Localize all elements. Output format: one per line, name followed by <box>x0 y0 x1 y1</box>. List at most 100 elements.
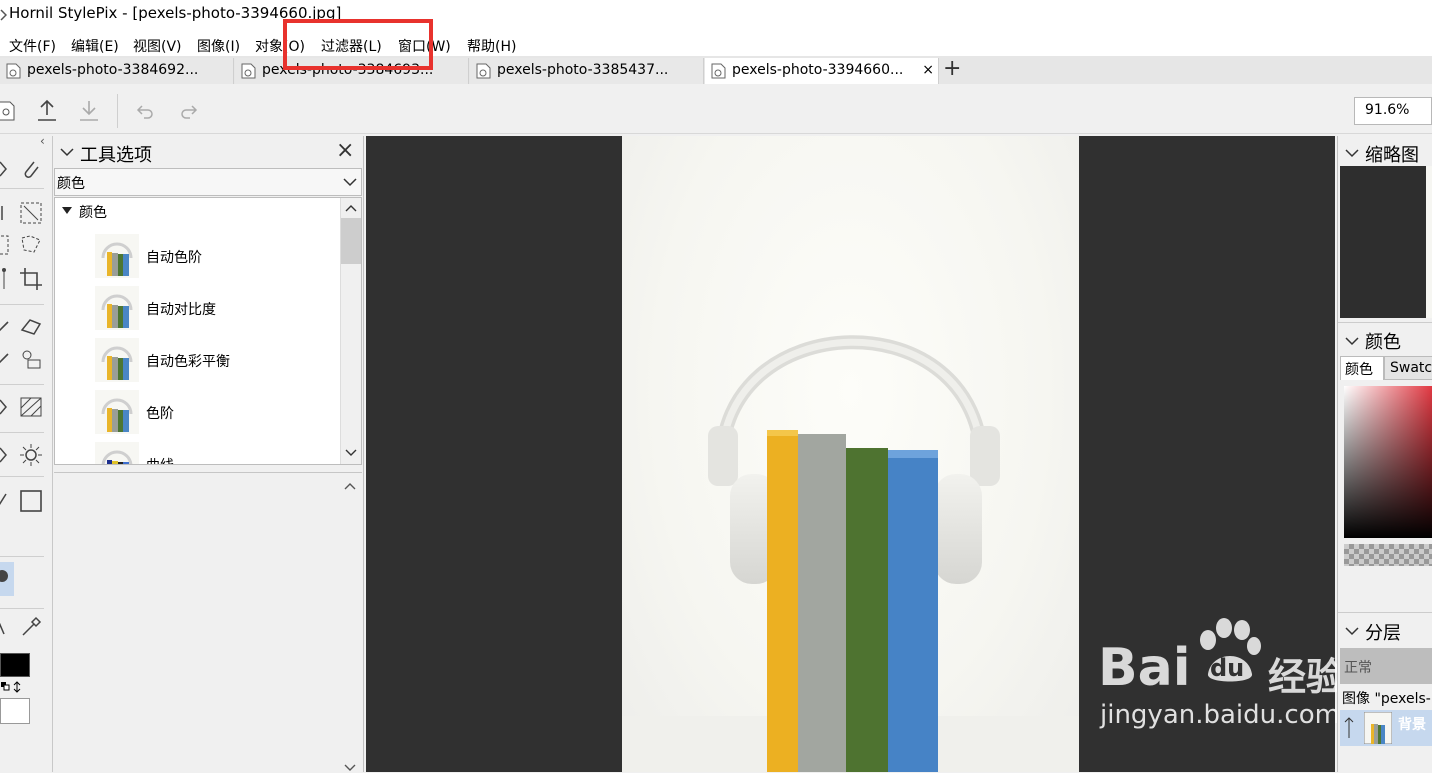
chevron-down-icon <box>343 178 357 187</box>
layer-thumbnail <box>1364 712 1392 744</box>
collapse-chevron-icon[interactable] <box>1344 146 1360 160</box>
swap-colors-icon[interactable] <box>0 681 24 693</box>
tab-swatches[interactable]: Swatc <box>1384 356 1432 380</box>
brightness-icon[interactable] <box>18 442 44 468</box>
expand-triangle-icon[interactable] <box>61 206 73 216</box>
list-scrollbar[interactable] <box>340 198 361 464</box>
tab-label: pexels-photo-3385437... <box>497 62 669 78</box>
add-tab-icon[interactable]: + <box>943 56 961 81</box>
redo-icon[interactable] <box>180 102 200 120</box>
paperclip-icon[interactable] <box>18 156 44 182</box>
menu-bar: 文件(F) 编辑(E) 视图(V) 图像(I) 对象(O) 过滤器(L) 窗口(… <box>0 30 1432 56</box>
menu-view[interactable]: 视图(V) <box>133 36 182 56</box>
tool-options-title: 工具选项 <box>80 145 152 166</box>
lasso-select-icon[interactable] <box>18 232 44 258</box>
image-file-icon <box>476 63 491 79</box>
hand-tool-icon[interactable] <box>0 614 18 640</box>
rectangle-tool-icon[interactable] <box>18 488 44 514</box>
color-picker-field[interactable] <box>1344 386 1432 538</box>
collapse-chevron-icon[interactable] <box>1344 624 1360 638</box>
filter-thumbnail <box>95 390 139 434</box>
image-file-icon <box>711 63 726 79</box>
filter-thumbnail <box>95 234 139 278</box>
zoom-level-field[interactable]: 91.6% <box>1354 97 1432 125</box>
alpha-slider[interactable] <box>1344 544 1432 566</box>
pointer-tool-icon[interactable] <box>0 200 18 226</box>
collapse-chevron-icon[interactable] <box>1344 334 1360 348</box>
list-item-label: 自动色彩平衡 <box>146 354 230 370</box>
tab-close-icon[interactable]: × <box>922 62 934 78</box>
tab-color-label: 颜色 <box>1345 362 1373 378</box>
menu-help[interactable]: 帮助(H) <box>467 36 516 56</box>
document-tab-bar: pexels-photo-3384692... pexels-photo-338… <box>0 56 1432 84</box>
collapse-chevron-icon[interactable] <box>59 145 75 159</box>
zoom-tool-icon[interactable] <box>0 566 18 592</box>
list-item[interactable]: 自动色阶 <box>95 234 361 286</box>
photo-headphones-books <box>622 335 1079 772</box>
image-file-icon <box>6 63 21 79</box>
scroll-up-icon[interactable] <box>344 203 358 213</box>
tool-options-panel: 工具选项 × 颜色 颜色 自动色阶 自动对比度 自动色彩平衡 色阶 曲线 <box>54 136 364 772</box>
ellipse-select-icon[interactable] <box>0 232 18 258</box>
panel-close-icon[interactable]: × <box>336 138 354 163</box>
app-icon <box>0 9 7 21</box>
main-toolbar <box>0 88 1432 134</box>
gradient-icon[interactable] <box>18 394 44 420</box>
blend-mode-dropdown[interactable]: 正常 <box>1340 648 1432 684</box>
list-item-label: 色阶 <box>146 406 174 422</box>
thumbnail-preview[interactable] <box>1340 166 1426 318</box>
menu-image[interactable]: 图像(I) <box>197 36 240 56</box>
layer-name: 背景 <box>1398 717 1426 733</box>
filter-thumbnail <box>95 442 139 464</box>
annotation-highlight-box <box>283 19 433 70</box>
toolbar-divider <box>117 94 118 128</box>
toolbox: ‹ <box>0 134 53 772</box>
toolbox-collapse-icon[interactable]: ‹ <box>40 134 45 148</box>
eyedropper-icon[interactable] <box>18 614 44 640</box>
thumbnail-image-edge <box>1426 166 1432 318</box>
tab-document-1[interactable]: pexels-photo-3384692... <box>0 58 234 84</box>
color-panel-title: 颜色 <box>1365 332 1401 353</box>
list-item[interactable]: 曲线 <box>95 442 361 464</box>
brush-tool-icon[interactable] <box>0 314 18 340</box>
rect-select-icon[interactable] <box>18 200 44 226</box>
fill-tool-icon[interactable] <box>0 394 18 420</box>
scroll-down-icon[interactable] <box>344 448 358 458</box>
download-icon[interactable] <box>78 98 100 124</box>
new-file-icon[interactable] <box>0 100 16 122</box>
menu-edit[interactable]: 编辑(E) <box>71 36 119 56</box>
tab-document-4[interactable]: pexels-photo-3394660... × <box>705 58 939 84</box>
tab-document-3[interactable]: pexels-photo-3385437... <box>470 58 704 84</box>
menu-file[interactable]: 文件(F) <box>9 36 56 56</box>
layer-row-background[interactable]: 背景 <box>1340 710 1432 746</box>
upload-icon[interactable] <box>36 98 58 124</box>
shape-line-icon[interactable] <box>0 488 18 514</box>
crop-icon[interactable] <box>18 266 44 292</box>
tab-swatches-label: Swatc <box>1390 360 1432 376</box>
thumbnail-panel-title: 缩略图 <box>1365 145 1419 166</box>
document-image[interactable] <box>622 136 1079 772</box>
undo-icon[interactable] <box>134 102 154 120</box>
title-bar: Hornil StylePix - [pexels-photo-3394660.… <box>0 0 1432 30</box>
image-file-icon <box>241 63 256 79</box>
scroll-up-icon[interactable] <box>343 481 357 491</box>
filter-thumbnail <box>95 338 139 382</box>
right-dock-panel: 缩略图 颜色 颜色 Swatc 分层 正常 图像 "pexels- 背景 <box>1337 136 1432 772</box>
list-item-label: 自动对比度 <box>146 302 216 318</box>
list-item[interactable]: 色阶 <box>95 390 361 442</box>
tab-color[interactable]: 颜色 <box>1340 356 1384 380</box>
filter-thumbnail <box>95 286 139 330</box>
pencil-icon[interactable] <box>0 346 18 372</box>
foreground-color-swatch[interactable] <box>0 653 30 677</box>
smudge-tool-icon[interactable] <box>0 442 18 468</box>
list-item[interactable]: 自动对比度 <box>95 286 361 338</box>
line-tool-icon[interactable] <box>0 266 18 292</box>
eraser-icon[interactable] <box>18 314 44 340</box>
scrollbar-thumb[interactable] <box>341 218 361 264</box>
layer-visibility-icon[interactable] <box>1342 716 1356 740</box>
category-dropdown[interactable]: 颜色 <box>54 168 362 196</box>
background-color-swatch[interactable] <box>0 698 30 724</box>
list-item[interactable]: 自动色彩平衡 <box>95 338 361 390</box>
stamp-icon[interactable] <box>18 346 44 372</box>
move-tool-icon[interactable] <box>0 156 18 182</box>
